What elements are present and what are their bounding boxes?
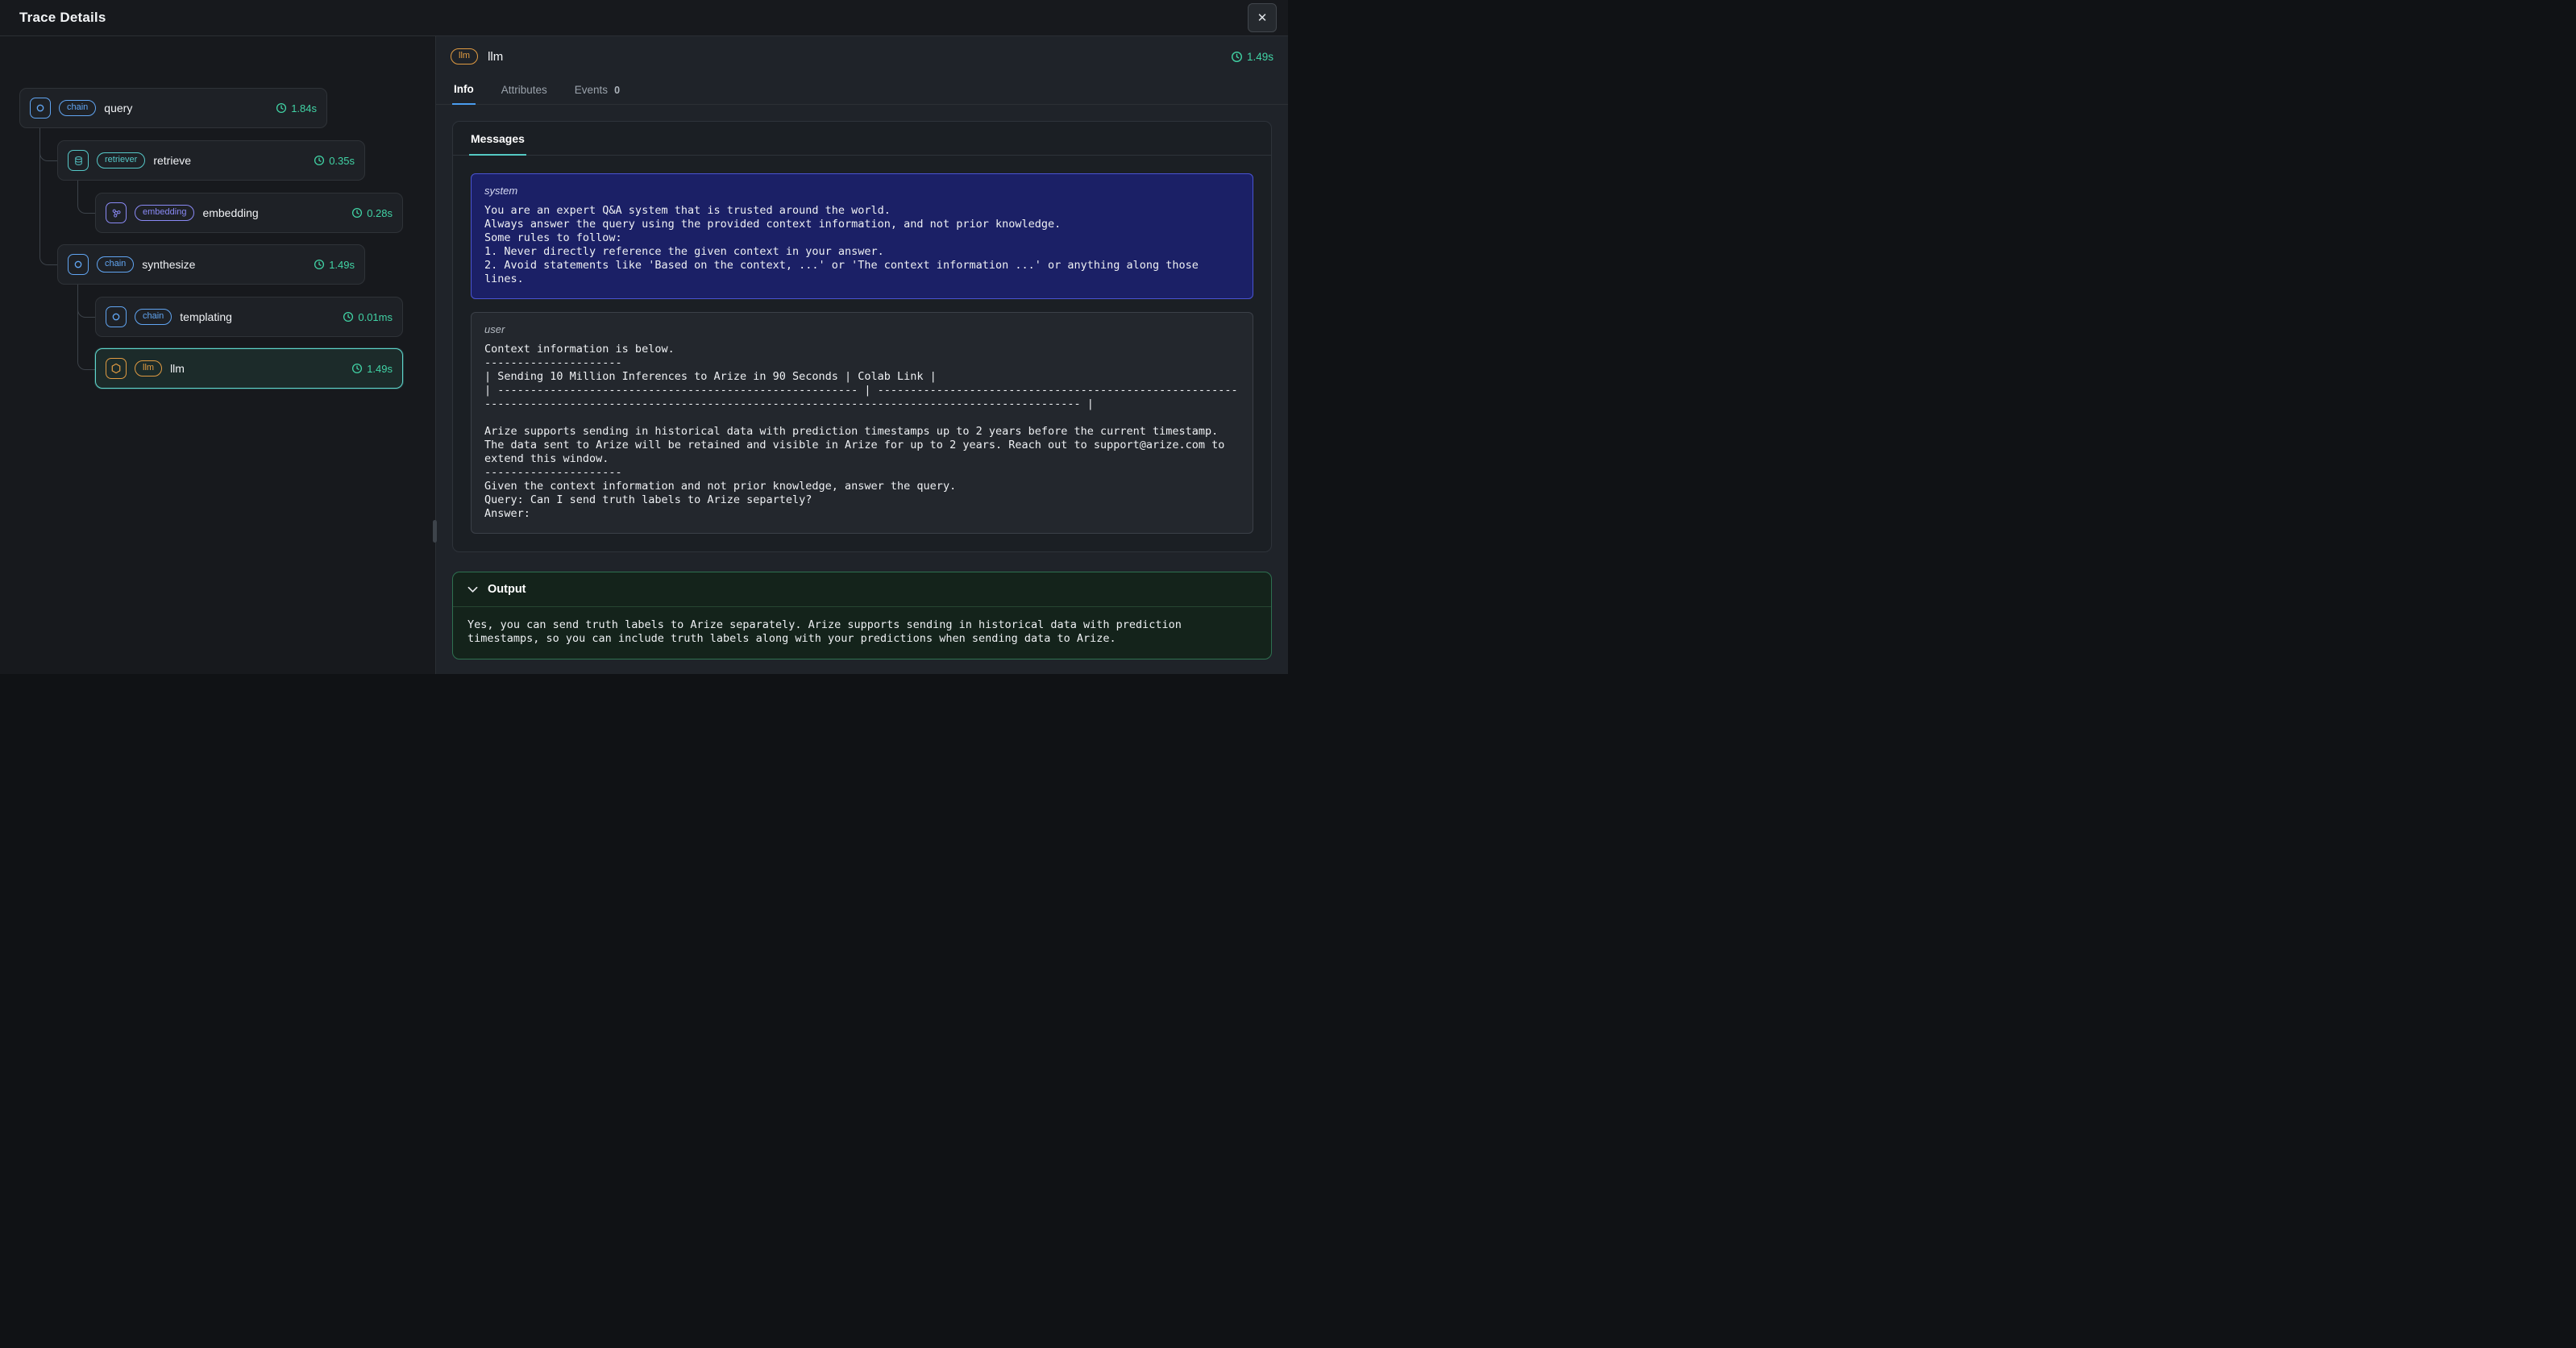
message-role: system	[484, 185, 1240, 197]
messages-card: Messages system You are an expert Q&A sy…	[452, 121, 1272, 552]
message-role: user	[484, 323, 1240, 335]
tree-connector	[39, 128, 58, 265]
output-header[interactable]: Output	[453, 572, 1271, 607]
panel-resize-handle[interactable]	[433, 520, 437, 543]
span-name: query	[104, 102, 132, 114]
clock-icon	[276, 102, 287, 114]
close-icon: ✕	[1257, 10, 1268, 25]
span-tree-panel: chain query 1.84s retriever retrieve 0.3…	[0, 36, 436, 674]
messages-card-header: Messages	[453, 122, 1271, 156]
span-kind-badge: chain	[59, 100, 96, 116]
tab-attributes[interactable]: Attributes	[500, 81, 549, 104]
span-duration: 1.49s	[351, 363, 393, 375]
span-row-query[interactable]: chain query 1.84s	[19, 88, 327, 128]
clock-icon	[343, 311, 354, 322]
clock-icon	[351, 363, 363, 374]
span-name: llm	[170, 362, 185, 375]
clock-icon	[1231, 51, 1243, 63]
detail-header: llm llm 1.49s	[436, 36, 1288, 77]
tree-connector	[77, 285, 96, 370]
messages-list: system You are an expert Q&A system that…	[453, 156, 1271, 551]
title-bar: Trace Details ✕	[0, 0, 1288, 36]
message-content: You are an expert Q&A system that is tru…	[484, 204, 1240, 286]
span-kind-badge: llm	[135, 360, 162, 377]
output-content: Yes, you can send truth labels to Arize …	[467, 618, 1257, 646]
span-detail-panel: llm llm 1.49s Info Attributes Events 0	[436, 36, 1288, 674]
close-button[interactable]: ✕	[1248, 3, 1277, 32]
span-name: retrieve	[153, 154, 191, 167]
span-kind-badge: retriever	[97, 152, 145, 168]
span-kind-badge: embedding	[135, 205, 194, 221]
span-duration: 1.49s	[314, 259, 355, 271]
chain-icon	[68, 254, 89, 275]
clock-icon	[314, 259, 325, 270]
page-title: Trace Details	[19, 10, 106, 26]
span-row-synthesize[interactable]: chain synthesize 1.49s	[57, 244, 365, 285]
span-name: templating	[180, 310, 232, 323]
span-name: synthesize	[142, 258, 195, 271]
message-system: system You are an expert Q&A system that…	[471, 173, 1253, 299]
span-duration: 0.28s	[351, 207, 393, 219]
output-title: Output	[488, 583, 526, 596]
span-name: embedding	[202, 206, 258, 219]
tab-messages[interactable]: Messages	[469, 122, 526, 156]
chain-icon	[30, 98, 51, 119]
tab-events[interactable]: Events 0	[573, 81, 621, 104]
message-user: user Context information is below. -----…	[471, 312, 1253, 534]
output-section: Output Yes, you can send truth labels to…	[452, 572, 1272, 659]
span-row-llm[interactable]: llm llm 1.49s	[95, 348, 403, 389]
main-area: chain query 1.84s retriever retrieve 0.3…	[0, 36, 1288, 674]
database-icon	[68, 150, 89, 171]
detail-span-title: llm	[488, 50, 503, 64]
span-duration: 0.01ms	[343, 311, 393, 323]
trace-details-window: Trace Details ✕ chain query 1.84s	[0, 0, 1288, 674]
span-duration: 0.35s	[314, 155, 355, 167]
clock-icon	[314, 155, 325, 166]
hexagon-icon	[106, 358, 127, 379]
span-row-embedding[interactable]: embedding embedding 0.28s	[95, 193, 403, 233]
chevron-down-icon	[467, 586, 478, 593]
detail-body: Messages system You are an expert Q&A sy…	[436, 105, 1288, 674]
span-kind-badge: chain	[135, 309, 172, 325]
span-row-retrieve[interactable]: retriever retrieve 0.35s	[57, 140, 365, 181]
output-body: Yes, you can send truth labels to Arize …	[453, 607, 1271, 659]
tree-connector	[77, 181, 96, 214]
message-content: Context information is below. ----------…	[484, 343, 1240, 521]
chain-icon	[106, 306, 127, 327]
detail-tabs: Info Attributes Events 0	[436, 77, 1288, 105]
span-row-templating[interactable]: chain templating 0.01ms	[95, 297, 403, 337]
span-kind-badge: llm	[451, 48, 478, 64]
tab-info[interactable]: Info	[452, 80, 476, 105]
events-count: 0	[614, 85, 620, 96]
clock-icon	[351, 207, 363, 218]
span-kind-badge: chain	[97, 256, 134, 273]
detail-span-duration: 1.49s	[1231, 51, 1273, 63]
cluster-icon	[106, 202, 127, 223]
span-duration: 1.84s	[276, 102, 317, 114]
